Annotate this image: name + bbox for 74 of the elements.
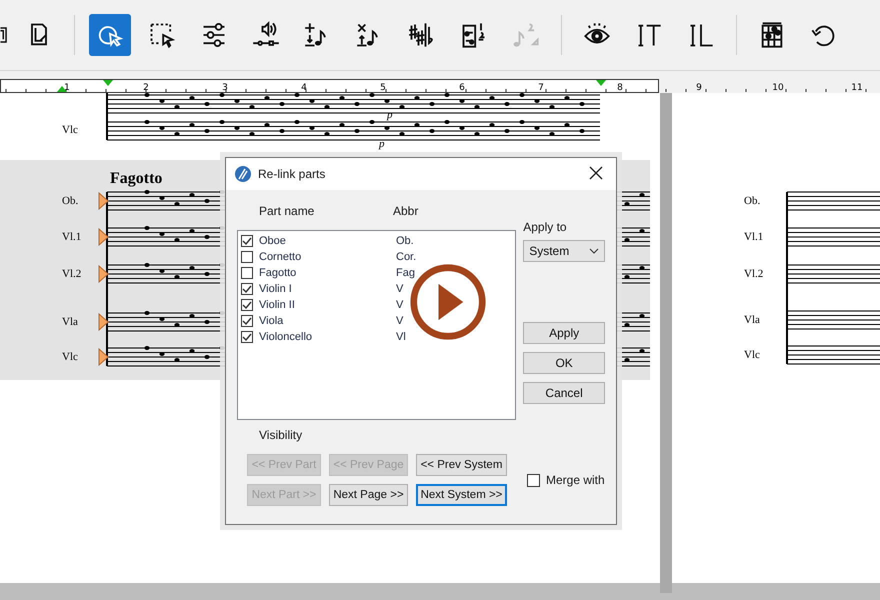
part-abbreviation: V	[396, 299, 404, 311]
part-abbreviation: V	[396, 283, 404, 295]
part-marker-icon	[98, 192, 109, 210]
part-marker-icon	[98, 348, 109, 366]
ruler-number: 5	[380, 83, 386, 93]
staff-label: Vlc	[744, 349, 760, 361]
staff-label: Vla	[62, 316, 78, 328]
ruler-number: 6	[459, 83, 465, 93]
part-marker-icon	[98, 312, 109, 332]
part-name: Violin II	[259, 299, 296, 311]
part-name: Oboe	[259, 235, 287, 247]
note-icon	[512, 21, 540, 49]
merge-label: Merge with	[546, 473, 605, 487]
staff-label: Vl.1	[744, 231, 764, 243]
staff-label: Vlc	[62, 351, 78, 363]
checkbox[interactable]	[241, 267, 253, 279]
checkbox[interactable]	[241, 235, 253, 247]
ruler-number: 4	[301, 83, 307, 93]
ruler-number: 8	[617, 83, 623, 93]
navigation-button[interactable]: Next System >>	[416, 484, 507, 506]
ruler-number: 3	[222, 83, 228, 93]
checkbox[interactable]	[241, 251, 253, 263]
dialog-title: Re-link parts	[258, 167, 326, 181]
system-title: Fagotto	[110, 170, 162, 187]
dialog-button[interactable]: OK	[523, 352, 605, 374]
checkbox[interactable]	[241, 331, 253, 343]
ruler-number: 11	[851, 83, 863, 93]
marquee-icon	[148, 21, 176, 49]
staff-label: Vl.2	[62, 268, 82, 280]
part-abbreviation: Ob.	[396, 235, 414, 247]
part-name: Violoncello	[259, 331, 314, 343]
staff-label: Vl.1	[62, 231, 82, 243]
part-abbreviation: V	[396, 315, 404, 327]
ruler-number: 10	[772, 83, 784, 93]
checkbox[interactable]	[241, 299, 253, 311]
staff-label: Vlc	[62, 124, 78, 136]
apply-to-dropdown[interactable]: System	[523, 240, 605, 262]
checkbox[interactable]	[241, 315, 253, 327]
ruler-number: 1	[64, 83, 70, 93]
checkbox[interactable]	[527, 474, 540, 486]
dialog-button[interactable]: Cancel	[523, 382, 605, 404]
visibility-label: Visibility	[258, 427, 304, 442]
part-marker-icon	[98, 228, 109, 246]
part-name: Fagotto	[259, 267, 298, 279]
part-abbreviation: Vl	[396, 331, 406, 343]
checkbox[interactable]	[241, 283, 253, 295]
part-name: Viola	[259, 315, 284, 327]
ruler-number: 2	[143, 83, 149, 93]
part-name: Violin I	[259, 283, 293, 295]
dialog-button[interactable]: Apply	[523, 322, 605, 344]
staff-label: Vla	[744, 314, 760, 326]
column-header: Abbr	[393, 204, 418, 218]
indent-marker-icon	[596, 80, 606, 86]
page-edge-icon	[0, 27, 7, 43]
ruler-number: 7	[538, 83, 544, 93]
chevron-down-icon	[589, 248, 599, 254]
close-icon	[589, 166, 603, 180]
speaker-icon	[252, 21, 280, 49]
apply-to-label: Apply to	[523, 220, 568, 234]
part-name: Cornetto	[259, 251, 302, 263]
column-header: Part name	[258, 204, 316, 218]
indent-marker-icon	[103, 80, 113, 86]
staff-label: Ob.	[62, 195, 78, 207]
part-abbreviation: Cor.	[396, 251, 416, 263]
ruler-number: 9	[696, 83, 702, 93]
staff-label: Vl.2	[744, 268, 764, 280]
part-marker-icon	[98, 264, 109, 284]
staff-label: Ob.	[744, 195, 760, 207]
navigation-button[interactable]: Next Page >>	[329, 484, 408, 506]
accidentals-icon	[408, 21, 436, 49]
part-abbreviation: Fag	[396, 267, 415, 279]
navigation-button[interactable]: << Prev System	[416, 454, 507, 476]
dynamic-mark: p	[379, 138, 384, 150]
app-logo-icon	[234, 165, 252, 183]
